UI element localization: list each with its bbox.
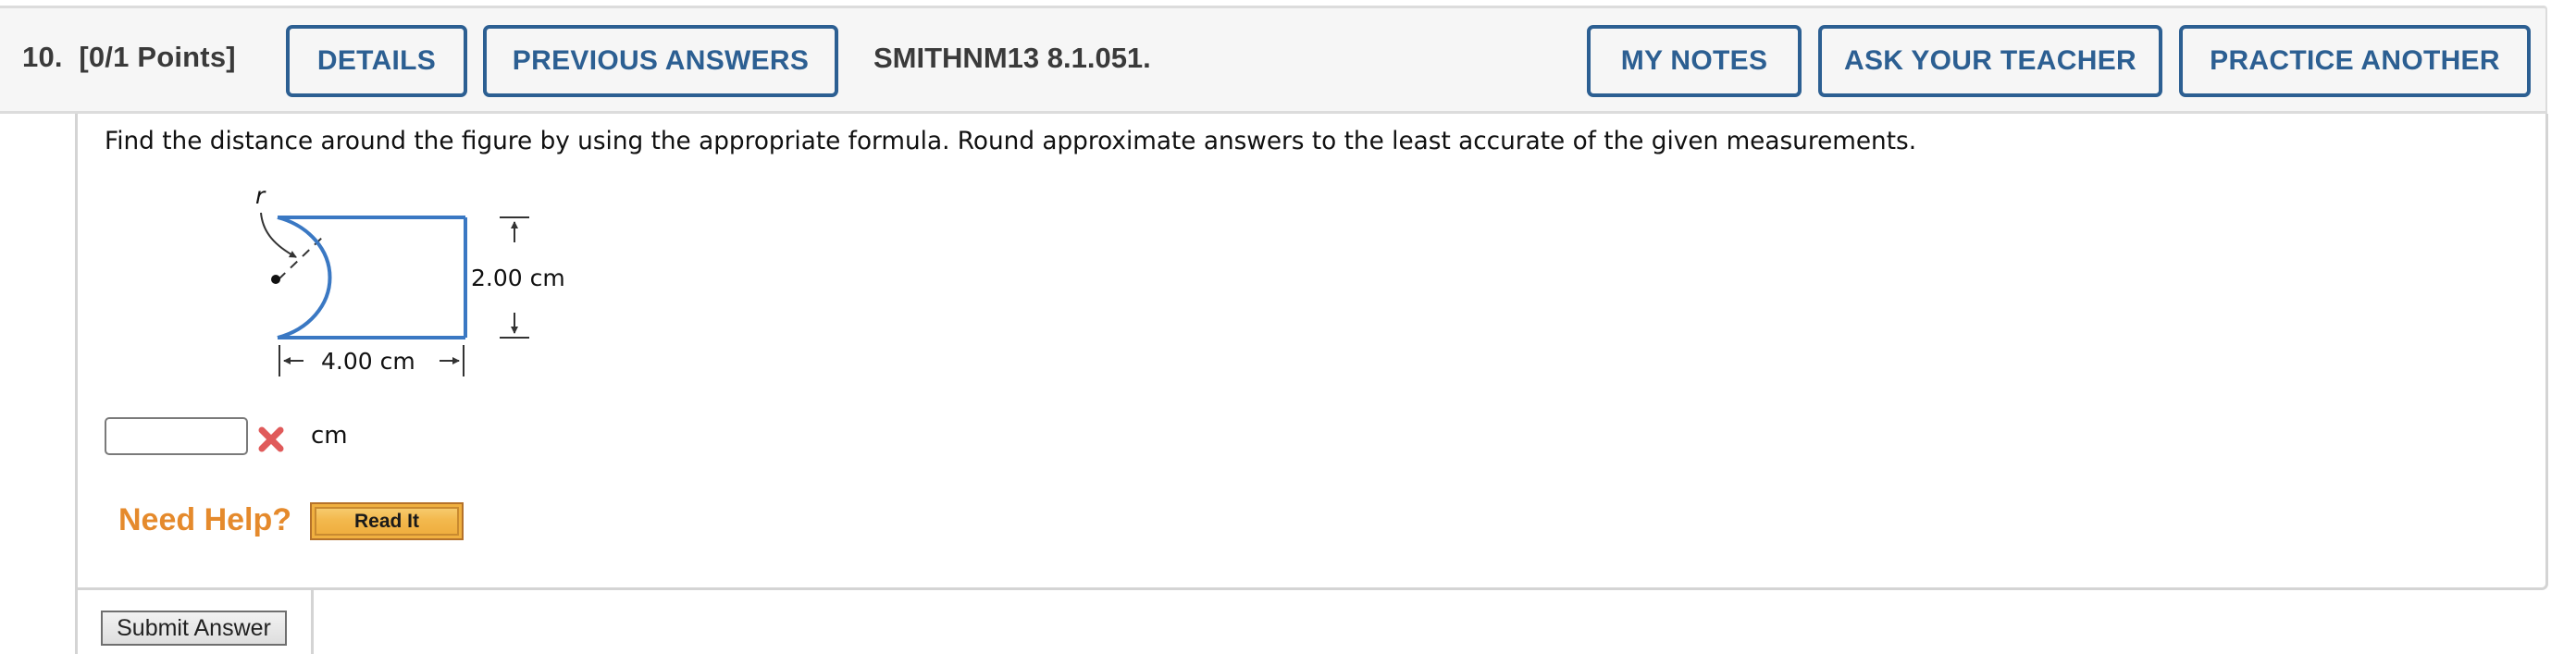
submit-answer-button[interactable]: Submit Answer <box>101 611 287 646</box>
figure-svg: r 2.00 cm 4.00 cm <box>255 182 565 376</box>
shape-semicircle-arc <box>277 216 332 339</box>
figure-shape <box>277 216 467 339</box>
height-dimension: 2.00 cm <box>471 216 565 339</box>
answer-unit: cm <box>311 422 348 450</box>
read-it-button[interactable]: Read It <box>310 502 464 540</box>
geometry-figure: r 2.00 cm 4.00 cm <box>231 176 601 389</box>
content-left-border <box>75 588 78 654</box>
wrong-x-icon <box>257 426 285 453</box>
need-help-label: Need Help? <box>118 502 292 537</box>
question-number-points: 10. [0/1 Points] <box>22 41 236 73</box>
practice-another-button[interactable]: PRACTICE ANOTHER <box>2179 25 2531 97</box>
ask-your-teacher-button[interactable]: ASK YOUR TEACHER <box>1818 25 2162 97</box>
radius-label: r <box>255 182 266 209</box>
center-point <box>271 275 280 284</box>
details-button[interactable]: DETAILS <box>286 25 467 97</box>
my-notes-button[interactable]: MY NOTES <box>1587 25 1802 97</box>
question-prompt: Find the distance around the figure by u… <box>105 128 1917 155</box>
question-code: SMITHNM13 8.1.051. <box>873 42 1151 74</box>
submit-area-divider <box>311 588 314 654</box>
previous-answers-button[interactable]: PREVIOUS ANSWERS <box>483 25 838 97</box>
width-label: 4.00 cm <box>321 348 415 375</box>
width-dimension: 4.00 cm <box>279 345 464 376</box>
height-label: 2.00 cm <box>471 265 565 291</box>
answer-input[interactable] <box>105 417 248 455</box>
